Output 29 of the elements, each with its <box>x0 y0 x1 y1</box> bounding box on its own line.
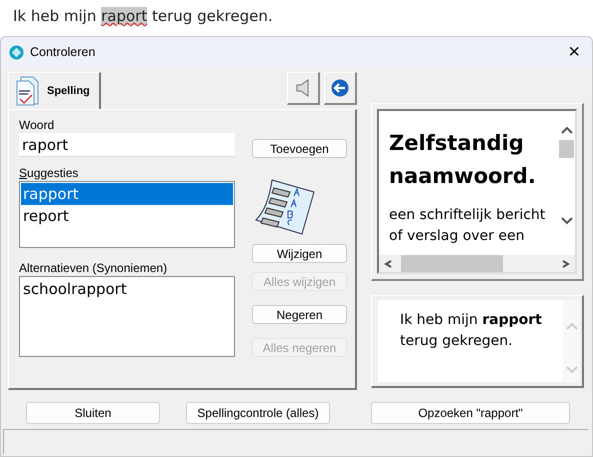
definition-title: Zelfstandig naamwoord. <box>389 130 537 190</box>
definition-text: een schriftelijk bericht of verslag over een <box>389 206 546 246</box>
action-button[interactable]: Negeren <box>252 305 347 324</box>
scroll-down-icon[interactable] <box>560 217 572 225</box>
window-title: Controleren <box>30 45 96 59</box>
app-icon <box>9 44 24 60</box>
alternatives-label: Alternatieven (Synoniemen) <box>19 261 168 275</box>
example-sentence: Ik heb mijn rapport terug gekregen. <box>378 300 563 382</box>
answer-sheet-drawing <box>254 178 316 236</box>
back-button[interactable] <box>324 72 357 105</box>
dialog-button[interactable]: Sluiten <box>26 402 160 424</box>
close-button[interactable]: × <box>564 42 584 62</box>
alternative-item[interactable]: schoolrapport <box>21 278 233 300</box>
suggestion-item[interactable]: report <box>21 205 233 227</box>
document-sentence: Ik heb mijn raport terug gekregen. <box>12 6 274 27</box>
scroll-up-icon[interactable] <box>560 126 572 134</box>
suggestions-label: Suggesties <box>19 166 80 180</box>
speaker-button[interactable] <box>287 72 320 105</box>
suggestion-item[interactable]: rapport <box>21 183 233 205</box>
word-label: Woord <box>19 118 56 132</box>
speaker-icon <box>296 79 310 97</box>
scrollbar-thumb[interactable] <box>401 255 503 272</box>
dialog-button[interactable]: Opzoeken "rapport" <box>371 402 570 424</box>
action-button[interactable]: Toevoegen <box>252 139 347 158</box>
scrollbar-thumb[interactable] <box>559 140 574 158</box>
dialog-button[interactable]: Spellingcontrole (alles) <box>186 402 330 424</box>
spelling-tab[interactable]: Spelling <box>8 72 101 109</box>
word-field[interactable]: raport <box>19 133 235 157</box>
action-button[interactable]: Wijzigen <box>252 244 347 263</box>
